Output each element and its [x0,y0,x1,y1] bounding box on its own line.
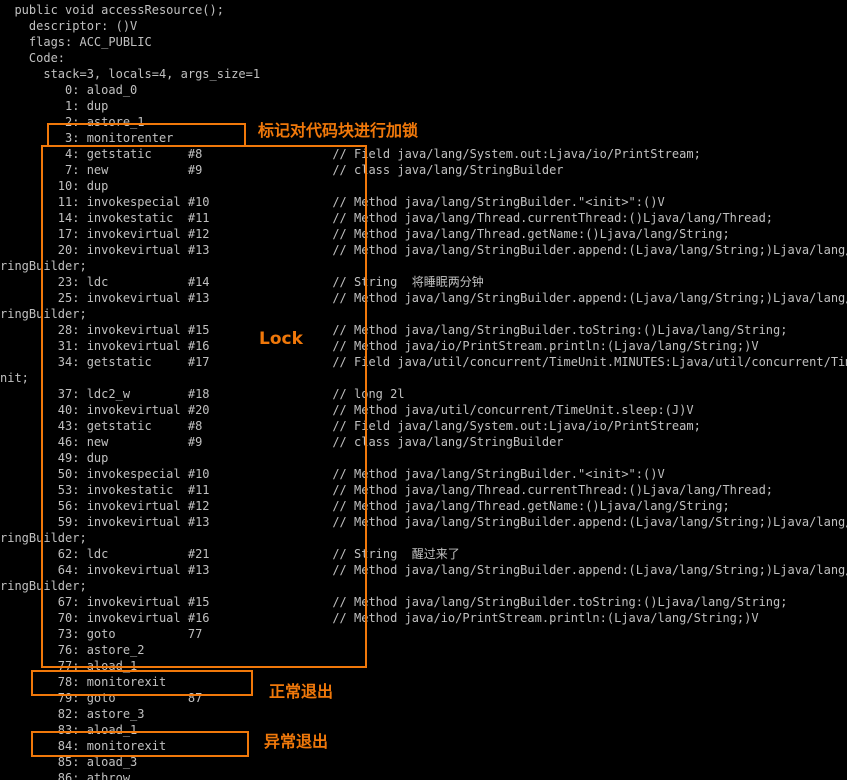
exception-exit-highlight-box [31,731,249,757]
bytecode-line: 0: aload_0 [0,83,138,97]
bytecode-line: descriptor: ()V [0,19,138,33]
exception-exit-annotation: 异常退出 [264,732,329,751]
bytecode-line: nit; [0,371,29,385]
bytecode-line: stack=3, locals=4, args_size=1 [0,67,261,81]
monitorenter-highlight-box [47,123,246,147]
monitorenter-annotation: 标记对代码块进行加锁 [258,121,419,140]
normal-exit-annotation: 正常退出 [269,682,334,701]
bytecode-line: flags: ACC_PUBLIC [0,35,152,49]
bytecode-line: 86: athrow [0,771,131,780]
bytecode-line: public void accessResource(); [0,3,224,17]
lock-region-box [41,145,367,668]
bytecode-line: Code: [0,51,66,65]
normal-exit-highlight-box [31,670,253,696]
lock-annotation: Lock [259,329,303,349]
bytecode-line: 82: astore_3 [0,707,145,721]
bytecode-line: 1: dup [0,99,109,113]
